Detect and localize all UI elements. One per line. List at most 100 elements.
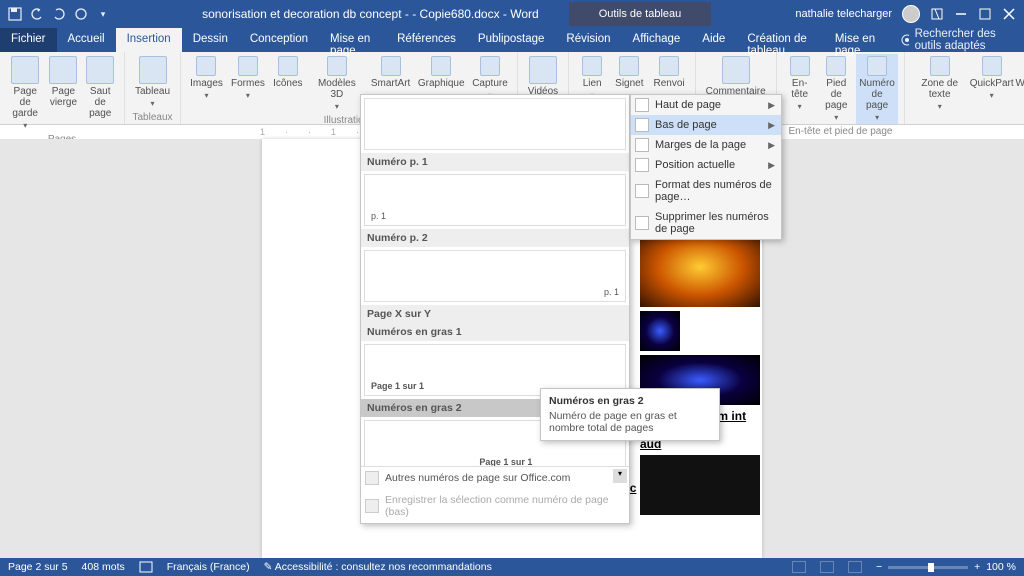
gallery-save-selection: Enregistrer la sélection comme numéro de… [361,489,629,523]
gallery-save-label: Enregistrer la sélection comme numéro de… [385,494,621,518]
user-name: nathalie telecharger [795,8,892,20]
smartart-label: SmartArt [371,78,410,89]
pagenum-label: Numéro de page [859,78,895,111]
cursor-icon [635,158,649,172]
qat-more-icon[interactable]: ▾ [96,7,110,21]
status-acc-label: Accessibilité : consultez nos recommanda… [275,561,492,573]
menu-bottom-label: Bas de page [655,119,717,131]
status-lang[interactable]: Français (France) [167,561,250,573]
quickpart-button[interactable]: QuickPart▾ [970,54,1013,113]
menu-remove-numbers[interactable]: Supprimer les numéros de page [631,207,781,239]
pagenum-button[interactable]: Numéro de page▾ [856,54,898,124]
view-read-icon[interactable] [792,561,806,573]
tab-references[interactable]: Références [386,28,467,52]
comment-button[interactable]: Commentaire [702,54,770,99]
pagenum-menu: Haut de page▶ Bas de page▶ Marges de la … [630,94,782,240]
undo-icon[interactable] [30,7,44,21]
gallery-more-office[interactable]: Autres numéros de page sur Office.com [361,467,629,489]
page-break-button[interactable]: Saut de page [82,54,118,132]
menu-format-numbers[interactable]: Format des numéros de page… [631,175,781,207]
textbox-button[interactable]: Zone de texte▾ [911,54,968,113]
models3d-label: Modèles 3D [312,78,362,100]
images-button[interactable]: Images▾ [187,54,226,113]
chart-label: Graphique [418,78,465,89]
page-bottom-icon [635,118,649,132]
tab-tbldesign[interactable]: Création de tableau [736,28,824,52]
tab-file[interactable]: Fichier [0,28,57,52]
tell-me[interactable]: Rechercher des outils adaptés [891,28,1024,52]
tab-home[interactable]: Accueil [57,28,116,52]
tab-conception[interactable]: Conception [239,28,319,52]
wordart-button[interactable]: WordArt▾ [1015,54,1024,113]
blank-page-label: Page vierge [50,86,77,108]
office-icon [365,471,379,485]
sample-pg-center: Page 1 sur 1 [479,457,532,466]
save-icon[interactable] [8,7,22,21]
textbox-label: Zone de texte [915,78,964,100]
zoom-slider[interactable] [888,566,968,569]
view-print-icon[interactable] [820,561,834,573]
group-tables: Tableaux [131,110,174,126]
bookmark-label: Signet [615,78,643,89]
gallery-item-num1[interactable]: p. 1 [364,174,626,226]
icons-button[interactable]: Icônes [270,54,306,113]
header-label: En-tête [787,78,813,100]
gallery-tooltip: Numéros en gras 2 Numéro de page en gras… [540,388,720,441]
menu-bottom-of-page[interactable]: Bas de page▶ [631,115,781,135]
tooltip-title: Numéros en gras 2 [549,395,711,407]
minimize-icon[interactable] [954,7,968,21]
gallery-head-num1: Numéro p. 1 [361,153,629,171]
zoom-out-icon[interactable]: − [876,561,882,573]
refresh-icon[interactable] [74,7,88,21]
zoom-value[interactable]: 100 % [986,561,1016,573]
table-button[interactable]: Tableau▾ [131,54,174,110]
page-top-icon [635,98,649,112]
cover-page-label: Page de garde [10,86,40,119]
shapes-label: Formes [231,78,265,89]
redo-icon[interactable] [52,7,66,21]
pagenum-gallery: Numéro p. 1 p. 1 Numéro p. 2 p. 1 Page X… [360,94,630,524]
context-tab-title: Outils de tableau [569,2,712,26]
tab-help[interactable]: Aide [691,28,736,52]
document-title: sonorisation et decoration db concept - … [202,7,539,21]
ribbon-options-icon[interactable] [930,7,944,21]
link-label: Lien [583,78,602,89]
status-words[interactable]: 408 mots [82,561,125,573]
page-margin-icon [635,138,649,152]
menu-top-of-page[interactable]: Haut de page▶ [631,95,781,115]
blank-page-button[interactable]: Page vierge [46,54,80,132]
shapes-button[interactable]: Formes▾ [228,54,268,113]
sample-p1-left: p. 1 [371,211,386,221]
tab-view[interactable]: Affichage [622,28,692,52]
gallery-item-blank[interactable] [364,98,626,150]
status-page[interactable]: Page 2 sur 5 [8,561,68,573]
doc-image-dark [640,455,760,515]
gallery-head-bold1: Numéros en gras 1 [361,323,629,341]
menu-page-margins[interactable]: Marges de la page▶ [631,135,781,155]
menu-current-position[interactable]: Position actuelle▶ [631,155,781,175]
zoom-in-icon[interactable]: + [974,561,980,573]
doc-image-blue-small [640,311,680,351]
tooltip-body: Numéro de page en gras et nombre total d… [549,410,711,434]
status-accessibility[interactable]: ✎ Accessibilité : consultez nos recomman… [264,561,492,573]
avatar[interactable] [902,5,920,23]
view-web-icon[interactable] [848,561,862,573]
close-icon[interactable] [1002,7,1016,21]
footer-button[interactable]: Pied de page▾ [819,54,854,124]
format-icon [635,184,649,198]
menu-top-label: Haut de page [655,99,721,111]
tab-layout[interactable]: Mise en page [319,28,386,52]
tab-design[interactable]: Dessin [182,28,239,52]
tab-mailings[interactable]: Publipostage [467,28,556,52]
gallery-item-num2[interactable]: p. 1 [364,250,626,302]
tab-review[interactable]: Révision [555,28,621,52]
cover-page-button[interactable]: Page de garde▾ [6,54,44,132]
maximize-icon[interactable] [978,7,992,21]
header-button[interactable]: En-tête▾ [783,54,817,124]
status-spellcheck-icon[interactable] [139,561,153,573]
tab-insert[interactable]: Insertion [116,28,182,52]
tab-tbllayout[interactable]: Mise en page [824,28,891,52]
tell-me-label: Rechercher des outils adaptés [915,28,1014,52]
models3d-button[interactable]: Modèles 3D▾ [308,54,366,113]
menu-margins-label: Marges de la page [655,139,746,151]
